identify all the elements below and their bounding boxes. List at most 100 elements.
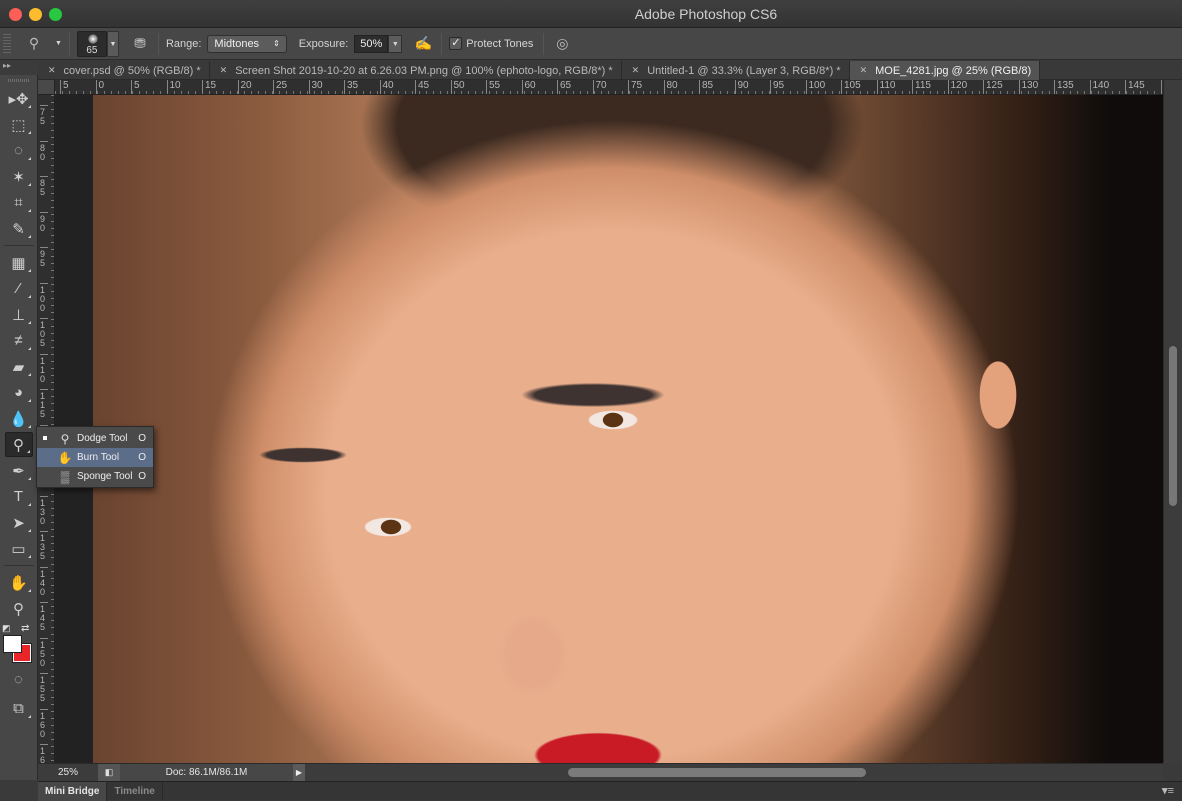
pen-tool-button[interactable]: ✒ — [5, 458, 33, 483]
sponge-icon: ▒ — [60, 469, 70, 484]
document-canvas[interactable] — [55, 95, 1163, 763]
hand-tool-button[interactable]: ✋ — [5, 570, 33, 595]
ruler-h-label: 15 — [202, 80, 216, 94]
document-tab[interactable]: ✕ cover.psd @ 50% (RGB/8) * — [38, 61, 210, 80]
exposure-label: Exposure: — [298, 37, 349, 50]
horizontal-scroll-thumb[interactable] — [568, 768, 866, 777]
ruler-v-label: 115 — [40, 389, 48, 419]
flyout-item-burn-tool[interactable]: ✋ Burn Tool O — [37, 448, 153, 467]
close-tab-icon[interactable]: ✕ — [48, 65, 56, 76]
clone-stamp-tool-button[interactable]: ⊥ — [5, 302, 33, 327]
close-tab-icon[interactable]: ✕ — [220, 65, 228, 76]
blur-tool-button[interactable]: 💧 — [5, 406, 33, 431]
move-tool-button[interactable]: ▸✥ — [5, 86, 33, 111]
dodge-tool-button[interactable]: ⚲ — [4, 432, 33, 457]
magic-wand-tool-button[interactable]: ✶ — [5, 164, 33, 189]
pen-tool-icon: ✒ — [12, 462, 25, 480]
document-tab[interactable]: ✕ Screen Shot 2019-10-20 at 6.26.03 PM.pn… — [210, 61, 622, 80]
status-menu-button[interactable]: ▶ — [293, 764, 305, 781]
flyout-item-label: Burn Tool — [77, 452, 120, 463]
eyedropper-tool-icon: ✎ — [12, 220, 25, 238]
tab-mini-bridge[interactable]: Mini Bridge — [38, 782, 108, 801]
range-select[interactable]: Midtones ⇕ — [207, 34, 287, 53]
marquee-tool-button[interactable]: ⬚ — [5, 112, 33, 137]
tool-divider — [3, 565, 34, 566]
ruler-v-label: 105 — [40, 318, 48, 348]
document-tab[interactable]: ✕ MOE_4281.jpg @ 25% (RGB/8) — [849, 61, 1041, 80]
swap-colors-icon[interactable]: ⇄ — [21, 623, 29, 634]
horizontal-ruler[interactable]: 5 0 5 10 15 20 25 30 35 40 45 50 55 60 65 70 75 80 85 90 95 1… — [55, 80, 1163, 95]
ruler-v-label: 160 — [40, 708, 48, 739]
ruler-h-label: 60 — [521, 80, 536, 94]
tools-panel-grip[interactable] — [7, 79, 30, 82]
ruler-h-label: 115 — [912, 80, 931, 94]
protect-tones-checkbox[interactable]: ✓ — [449, 37, 463, 50]
options-bar-grip[interactable] — [3, 33, 11, 54]
color-swatches: ◩ ⇄ — [0, 623, 37, 663]
status-share-button[interactable]: ◧ — [98, 764, 120, 781]
healing-brush-tool-button[interactable]: ▦ — [5, 250, 33, 275]
type-tool-button[interactable]: T — [5, 484, 33, 509]
flyout-item-dodge-tool[interactable]: ⚲ Dodge Tool O — [37, 429, 153, 448]
quick-mask-button[interactable]: ◌ — [5, 667, 33, 692]
zoom-level[interactable]: 25% — [38, 767, 98, 778]
brush-dropdown-button[interactable]: ▼ — [106, 30, 119, 57]
panel-collapse-button[interactable]: ▸▸ — [0, 61, 38, 75]
close-tab-icon[interactable]: ✕ — [860, 65, 868, 76]
tools-panel: ▸✥ ⬚ ◌ ✶ ⌗ ✎ ▦ ⁄ ⊥ ≠ ▰ ◕ 💧 ⚲ ✒ T ➤ ▭ ✋ ⚲ ◩ ⇄ ◌ ⧉ — [0, 75, 38, 780]
tab-timeline[interactable]: Timeline — [107, 782, 163, 801]
paint-bucket-tool-button[interactable]: ◕ — [5, 380, 33, 405]
ruler-h-label: 5 — [131, 80, 140, 94]
panel-menu-icon[interactable]: ▾≡ — [1162, 782, 1174, 800]
tool-preset-picker[interactable]: ⚲ ▼ — [23, 33, 62, 55]
tab-label: Untitled-1 @ 33.3% (Layer 3, RGB/8*) * — [647, 64, 841, 77]
ruler-v-label: 130 — [40, 495, 48, 526]
ruler-h-label: 130 — [1018, 80, 1038, 94]
tab-label: Screen Shot 2019-10-20 at 6.26.03 PM.png… — [235, 64, 613, 77]
flyout-item-sponge-tool[interactable]: ▒ Sponge Tool O — [37, 467, 153, 486]
eraser-tool-button[interactable]: ▰ — [5, 354, 33, 379]
exposure-input[interactable]: 50% — [354, 34, 389, 53]
close-tab-icon[interactable]: ✕ — [632, 65, 640, 76]
exposure-value: 50% — [360, 37, 383, 50]
pressure-size-button[interactable]: ◎ — [551, 33, 573, 55]
ruler-v-label: 110 — [40, 353, 48, 384]
eyedropper-tool-button[interactable]: ✎ — [5, 216, 33, 241]
type-tool-icon: T — [13, 488, 24, 505]
ruler-h-label: 145 — [1125, 80, 1145, 94]
zoom-tool-button[interactable]: ⚲ — [5, 596, 33, 621]
divider — [157, 32, 159, 55]
ruler-h-label: 110 — [876, 80, 895, 94]
document-tab[interactable]: ✕ Untitled-1 @ 33.3% (Layer 3, RGB/8*) * — [622, 61, 850, 80]
tool-divider — [3, 245, 34, 246]
shortcut-key: O — [138, 452, 146, 463]
lasso-tool-button[interactable]: ◌ — [5, 138, 33, 163]
default-colors-icon[interactable]: ◩ — [2, 623, 11, 634]
marquee-tool-icon: ⬚ — [11, 116, 26, 134]
horizontal-scrollbar[interactable] — [305, 764, 1163, 781]
brush-panel-toggle[interactable]: ⛃ — [129, 33, 151, 55]
ruler-v-label: 16 — [40, 744, 48, 763]
screen-mode-button[interactable]: ⧉ — [5, 696, 33, 721]
flyout-item-label: Dodge Tool — [77, 433, 128, 444]
exposure-dropdown-button[interactable]: ▼ — [388, 34, 403, 53]
crop-tool-button[interactable]: ⌗ — [5, 190, 33, 215]
rectangle-tool-button[interactable]: ▭ — [5, 536, 33, 561]
ruler-v-label: 85 — [40, 176, 48, 197]
brush-preset-picker[interactable]: 65 — [76, 30, 107, 57]
ruler-v-label: 80 — [40, 140, 48, 162]
path-selection-tool-button[interactable]: ➤ — [5, 510, 33, 535]
ruler-h-label: 125 — [983, 80, 1003, 94]
vertical-scrollbar[interactable] — [1163, 80, 1182, 763]
airbrush-button[interactable]: ✍ — [412, 33, 434, 55]
history-brush-tool-button[interactable]: ≠ — [5, 328, 33, 353]
foreground-color-swatch[interactable] — [3, 635, 22, 653]
rectangle-tool-icon: ▭ — [11, 540, 26, 558]
ruler-origin[interactable] — [38, 80, 55, 95]
magic-wand-tool-icon: ✶ — [12, 168, 25, 186]
ruler-v-label: 140 — [40, 566, 48, 597]
vertical-scroll-thumb[interactable] — [1169, 346, 1177, 506]
paint-bucket-tool-icon: ◕ — [13, 384, 24, 401]
brush-tool-button[interactable]: ⁄ — [5, 276, 33, 301]
quick-mask-icon: ◌ — [14, 671, 23, 688]
